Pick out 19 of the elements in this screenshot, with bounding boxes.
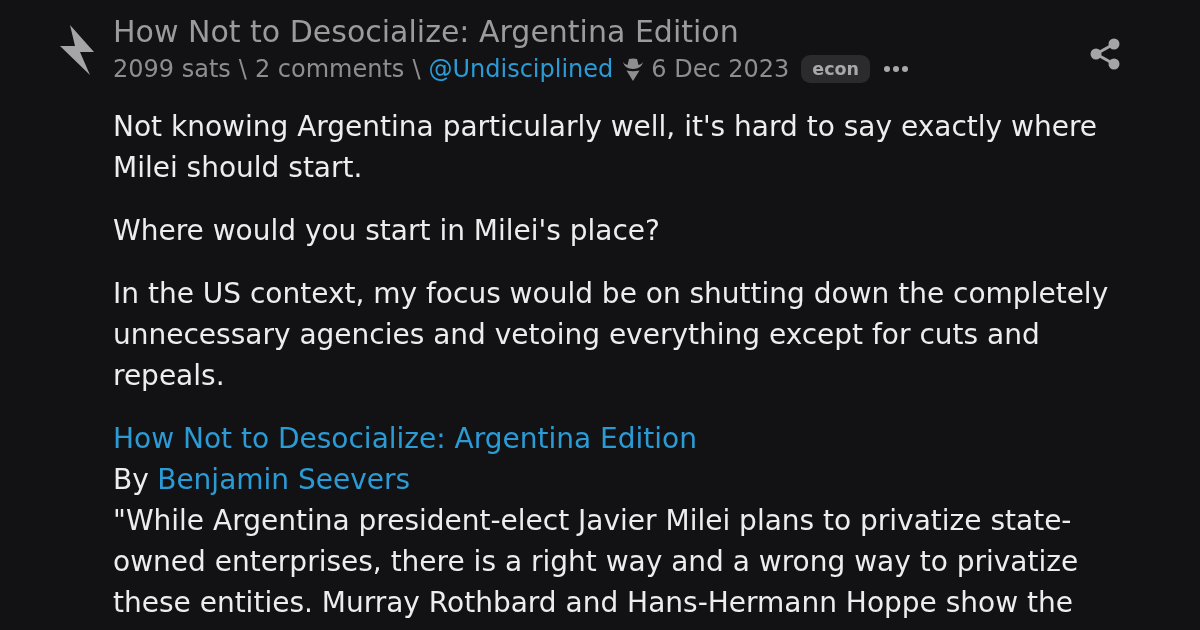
body-paragraph: Where would you start in Milei's place? xyxy=(113,213,661,249)
meta-separator: \ xyxy=(238,54,247,84)
post-title[interactable]: How Not to Desocialize: Argentina Edition xyxy=(113,14,739,50)
article-excerpt: "While Argentina president-elect Javier Milei plans to privatize state-owned enterprises, there is a right way and a wrong way to privatize these entities. Murray Rothbard and Hans-Hermann Hoppe show the xyxy=(113,503,1080,621)
article-link[interactable]: How Not to Desocialize: Argentina Edition xyxy=(113,418,697,459)
lightning-bolt-icon[interactable] xyxy=(60,25,95,75)
author-link[interactable]: Benjamin Seevers xyxy=(157,463,411,496)
username-link[interactable]: @Undisciplined xyxy=(428,54,614,84)
meta-separator: \ xyxy=(412,54,421,84)
share-icon[interactable] xyxy=(1090,38,1120,70)
tag-badge[interactable]: econ xyxy=(801,55,871,83)
body-paragraph: Not knowing Argentina particularly well, it's hard to say exactly where Milei should start. xyxy=(113,109,1098,186)
sats-count: 2099 sats xyxy=(113,54,231,84)
body-paragraph: In the US context, my focus would be on shutting down the completely unnecessary agencies and vetoing everything except for cuts and repeals. xyxy=(113,276,1110,394)
byline-label: By xyxy=(113,463,149,496)
post-date: 6 Dec 2023 xyxy=(651,54,790,84)
comments-link[interactable]: 2 comments xyxy=(254,54,405,84)
more-icon[interactable] xyxy=(884,66,909,72)
cowboy-hat-icon xyxy=(623,57,644,81)
